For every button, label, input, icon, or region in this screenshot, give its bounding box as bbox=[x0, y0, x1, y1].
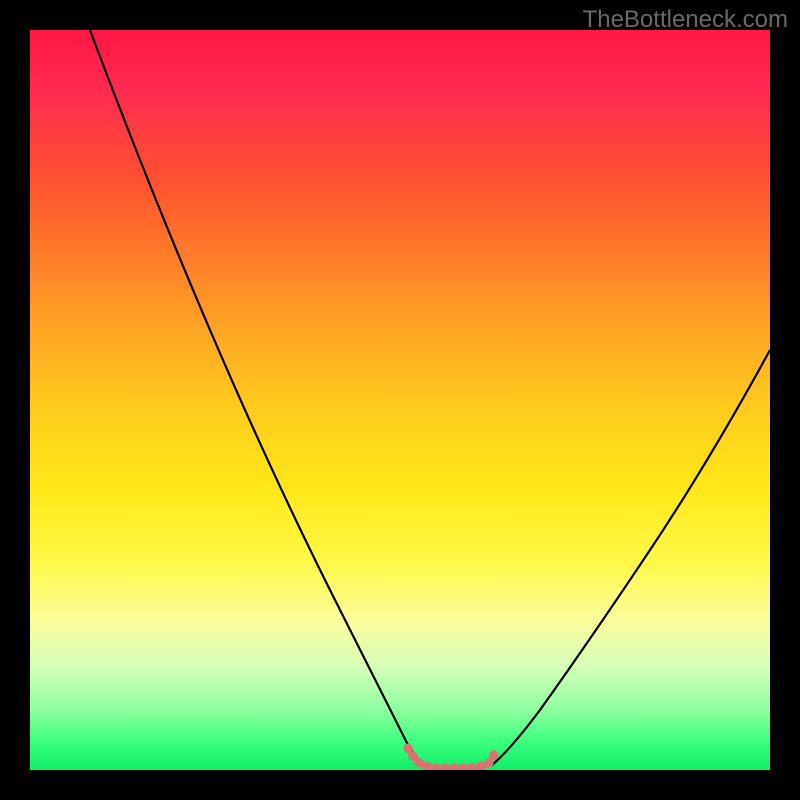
plot-area bbox=[30, 30, 770, 770]
plateau-marker bbox=[408, 748, 496, 768]
bottleneck-curve-svg bbox=[30, 30, 770, 770]
watermark-text: TheBottleneck.com bbox=[583, 6, 788, 34]
right-curve-line bbox=[492, 350, 770, 765]
left-curve-line bbox=[90, 30, 422, 765]
